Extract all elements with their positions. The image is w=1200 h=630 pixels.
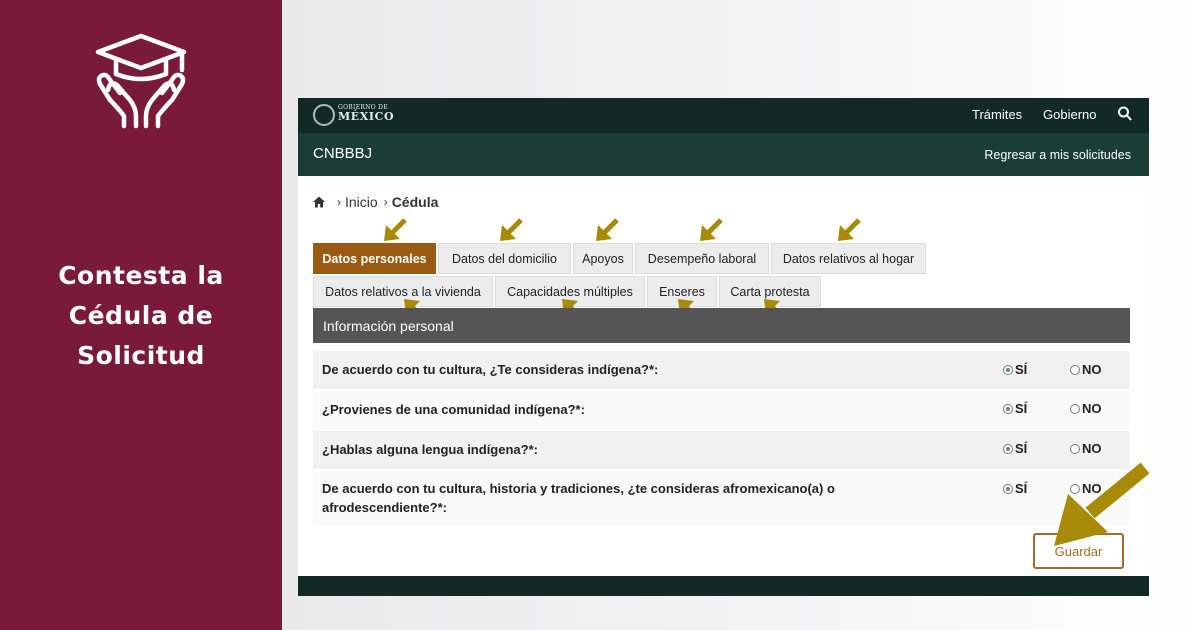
breadcrumb-separator: › — [337, 195, 341, 209]
radio-button[interactable] — [1070, 364, 1080, 375]
radio-yes[interactable]: SÍ — [1003, 481, 1027, 496]
radio-no-label: NO — [1082, 441, 1102, 456]
radio-yes-label: SÍ — [1015, 441, 1028, 456]
tab-datos-hogar[interactable]: Datos relativos al hogar — [771, 243, 926, 274]
radio-button[interactable] — [1070, 443, 1080, 454]
radio-yes-label: SÍ — [1015, 481, 1028, 496]
gov-seal-icon — [313, 104, 335, 126]
radio-no[interactable]: NO — [1070, 362, 1102, 377]
panel-title-line: Contesta la — [58, 261, 224, 290]
question-row: ¿Provienes de una comunidad indígena?*: … — [313, 391, 1130, 429]
form-screenshot: GOBIERNO DE MÉXICO Trámites Gobierno CNB… — [298, 98, 1149, 596]
radio-button[interactable] — [1003, 403, 1013, 414]
tab-desempeno-laboral[interactable]: Desempeño laboral — [635, 243, 769, 274]
app-header: CNBBBJ Regresar a mis solicitudes — [298, 133, 1149, 176]
search-icon[interactable] — [1117, 105, 1133, 123]
panel-title: Contesta la Cédula de Solicitud — [0, 256, 282, 376]
branding-panel: Contesta la Cédula de Solicitud — [0, 0, 282, 630]
annotation-arrow-icon — [838, 218, 861, 241]
breadcrumb-home[interactable]: Inicio — [345, 194, 378, 210]
radio-yes[interactable]: SÍ — [1003, 362, 1027, 377]
question-text: De acuerdo con tu cultura, historia y tr… — [322, 481, 835, 515]
question-text: ¿Provienes de una comunidad indígena?*: — [322, 402, 585, 417]
radio-no[interactable]: NO — [1070, 401, 1102, 416]
panel-title-line: Cédula de — [68, 301, 214, 330]
home-icon[interactable] — [313, 196, 325, 208]
back-to-requests-link[interactable]: Regresar a mis solicitudes — [984, 148, 1131, 162]
question-text: De acuerdo con tu cultura, ¿Te considera… — [322, 362, 659, 377]
government-header: GOBIERNO DE MÉXICO Trámites Gobierno — [298, 98, 1149, 133]
tab-apoyos[interactable]: Apoyos — [573, 243, 633, 274]
app-name: CNBBBJ — [313, 145, 373, 162]
question-row: De acuerdo con tu cultura, ¿Te considera… — [313, 351, 1130, 389]
question-row: De acuerdo con tu cultura, historia y tr… — [313, 471, 1130, 527]
section-header: Información personal — [313, 308, 1130, 343]
breadcrumb: › Inicio › Cédula — [313, 194, 438, 210]
radio-button[interactable] — [1070, 403, 1080, 414]
radio-no-label: NO — [1082, 362, 1102, 377]
annotation-arrow-icon — [700, 218, 723, 241]
nav-gobierno[interactable]: Gobierno — [1043, 107, 1096, 122]
radio-yes[interactable]: SÍ — [1003, 401, 1027, 416]
radio-no-label: NO — [1082, 401, 1102, 416]
nav-tramites[interactable]: Trámites — [972, 107, 1022, 122]
tab-datos-personales[interactable]: Datos personales — [313, 243, 436, 274]
breadcrumb-current: Cédula — [391, 194, 439, 210]
breadcrumb-separator: › — [383, 195, 388, 209]
radio-button[interactable] — [1003, 364, 1013, 375]
gov-logo-text: MÉXICO — [338, 110, 395, 123]
annotation-arrow-icon — [500, 218, 523, 241]
radio-button[interactable] — [1003, 443, 1013, 454]
question-text: ¿Hablas alguna lengua indígena?*: — [322, 442, 538, 457]
annotation-arrow-icon — [384, 218, 407, 241]
radio-button[interactable] — [1003, 483, 1013, 494]
annotation-arrow-icon — [596, 218, 619, 241]
annotation-arrow-large-icon — [1054, 462, 1150, 546]
footer-bar — [298, 576, 1149, 596]
radio-yes-label: SÍ — [1015, 362, 1028, 377]
radio-yes[interactable]: SÍ — [1003, 441, 1027, 456]
panel-title-line: Solicitud — [77, 341, 205, 370]
question-row: ¿Hablas alguna lengua indígena?*: SÍ NO — [313, 431, 1130, 469]
tab-datos-domicilio[interactable]: Datos del domicilio — [438, 243, 571, 274]
radio-no[interactable]: NO — [1070, 441, 1102, 456]
radio-yes-label: SÍ — [1015, 401, 1028, 416]
graduation-cap-hands-icon — [95, 33, 187, 129]
